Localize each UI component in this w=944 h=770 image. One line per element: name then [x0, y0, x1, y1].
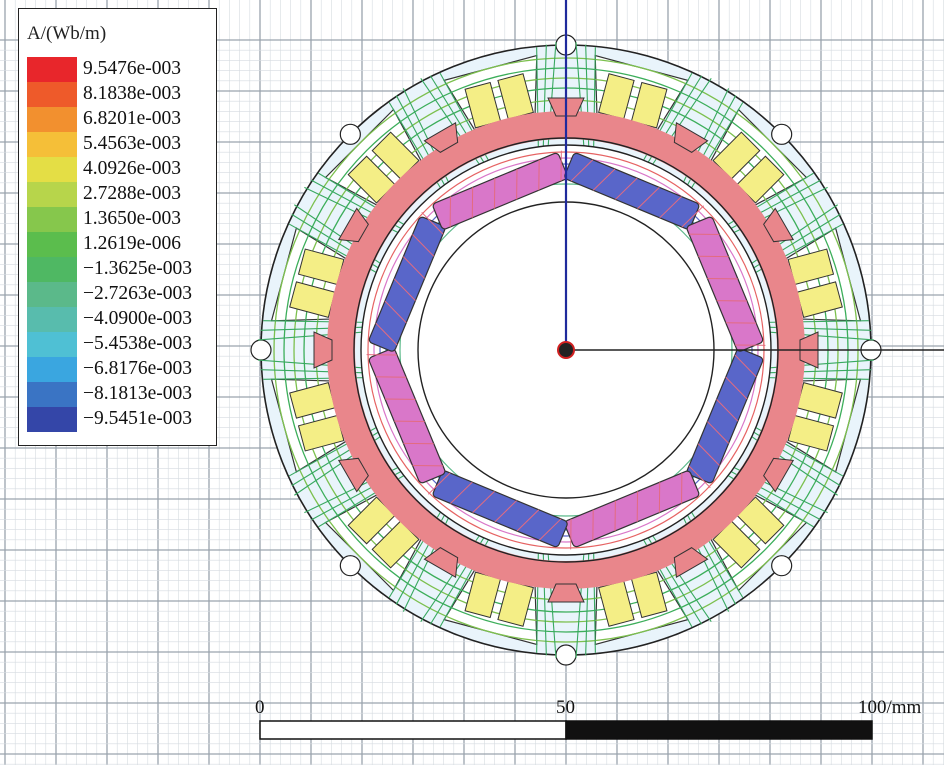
- scale-label-0: 0: [255, 697, 265, 718]
- legend-panel: A/(Wb/m) 9.5476e-003 8.1838e-003 6.8201e-0…: [18, 8, 217, 446]
- legend-entry: 2.7288e-003: [25, 182, 215, 207]
- legend-value: −4.0900e-003: [83, 308, 193, 329]
- legend-value: −6.8176e-003: [83, 358, 193, 379]
- stator-notch: [771, 123, 793, 145]
- legend-entry: 6.8201e-003: [25, 107, 215, 132]
- stator-notch: [250, 339, 272, 361]
- legend-swatch: [27, 282, 77, 307]
- legend-entry: −4.0900e-003: [25, 307, 215, 332]
- legend-swatch: [27, 332, 77, 357]
- scale-bar-white: [259, 720, 567, 740]
- legend-value: 6.8201e-003: [83, 108, 182, 129]
- legend-swatch: [27, 257, 77, 282]
- legend-swatch: [27, 382, 77, 407]
- legend-entry: −5.4538e-003: [25, 332, 215, 357]
- scale-bar-black: [565, 720, 873, 740]
- legend-value: −5.4538e-003: [83, 333, 193, 354]
- legend-swatch: [27, 157, 77, 182]
- legend-value: 2.7288e-003: [83, 183, 182, 204]
- legend-entry: 1.2619e-006: [25, 232, 215, 257]
- scale-label-100mm: 100/mm: [858, 697, 922, 718]
- legend-entry: −2.7263e-003: [25, 282, 215, 307]
- legend-entry: 8.1838e-003: [25, 82, 215, 107]
- legend-entry: 4.0926e-003: [25, 157, 215, 182]
- legend-value: 1.2619e-006: [83, 233, 182, 254]
- legend-swatch: [27, 407, 77, 432]
- legend-value: −9.5451e-003: [83, 408, 193, 429]
- legend-swatch: [27, 307, 77, 332]
- scale-label-50: 50: [556, 697, 575, 718]
- legend-entry: 9.5476e-003: [25, 57, 215, 82]
- legend-value: 8.1838e-003: [83, 83, 182, 104]
- legend-entry: −9.5451e-003: [25, 407, 215, 432]
- legend-swatch: [27, 232, 77, 257]
- legend-swatch: [27, 132, 77, 157]
- legend-entry: 1.3650e-003: [25, 207, 215, 232]
- stator-notch: [555, 644, 577, 666]
- legend-entry: −8.1813e-003: [25, 382, 215, 407]
- legend-swatch: [27, 357, 77, 382]
- legend-entry: −1.3625e-003: [25, 257, 215, 282]
- legend-value: 1.3650e-003: [83, 208, 182, 229]
- scale-bar: [259, 720, 873, 740]
- legend-value: 9.5476e-003: [83, 58, 182, 79]
- legend-swatch: [27, 82, 77, 107]
- legend-swatch: [27, 207, 77, 232]
- legend-value: 4.0926e-003: [83, 158, 182, 179]
- origin-marker: [557, 341, 575, 359]
- legend-swatch: [27, 57, 77, 82]
- legend-swatch: [27, 107, 77, 132]
- legend-value: −8.1813e-003: [83, 383, 193, 404]
- legend-value: −2.7263e-003: [83, 283, 193, 304]
- stator-notch: [339, 123, 361, 145]
- legend-value: 5.4563e-003: [83, 133, 182, 154]
- legend-value: −1.3625e-003: [83, 258, 193, 279]
- stator-notch: [771, 555, 793, 577]
- legend-swatch: [27, 182, 77, 207]
- legend-entry: 5.4563e-003: [25, 132, 215, 157]
- legend-entry: −6.8176e-003: [25, 357, 215, 382]
- stator-notch: [339, 555, 361, 577]
- legend-title: A/(Wb/m): [27, 23, 107, 44]
